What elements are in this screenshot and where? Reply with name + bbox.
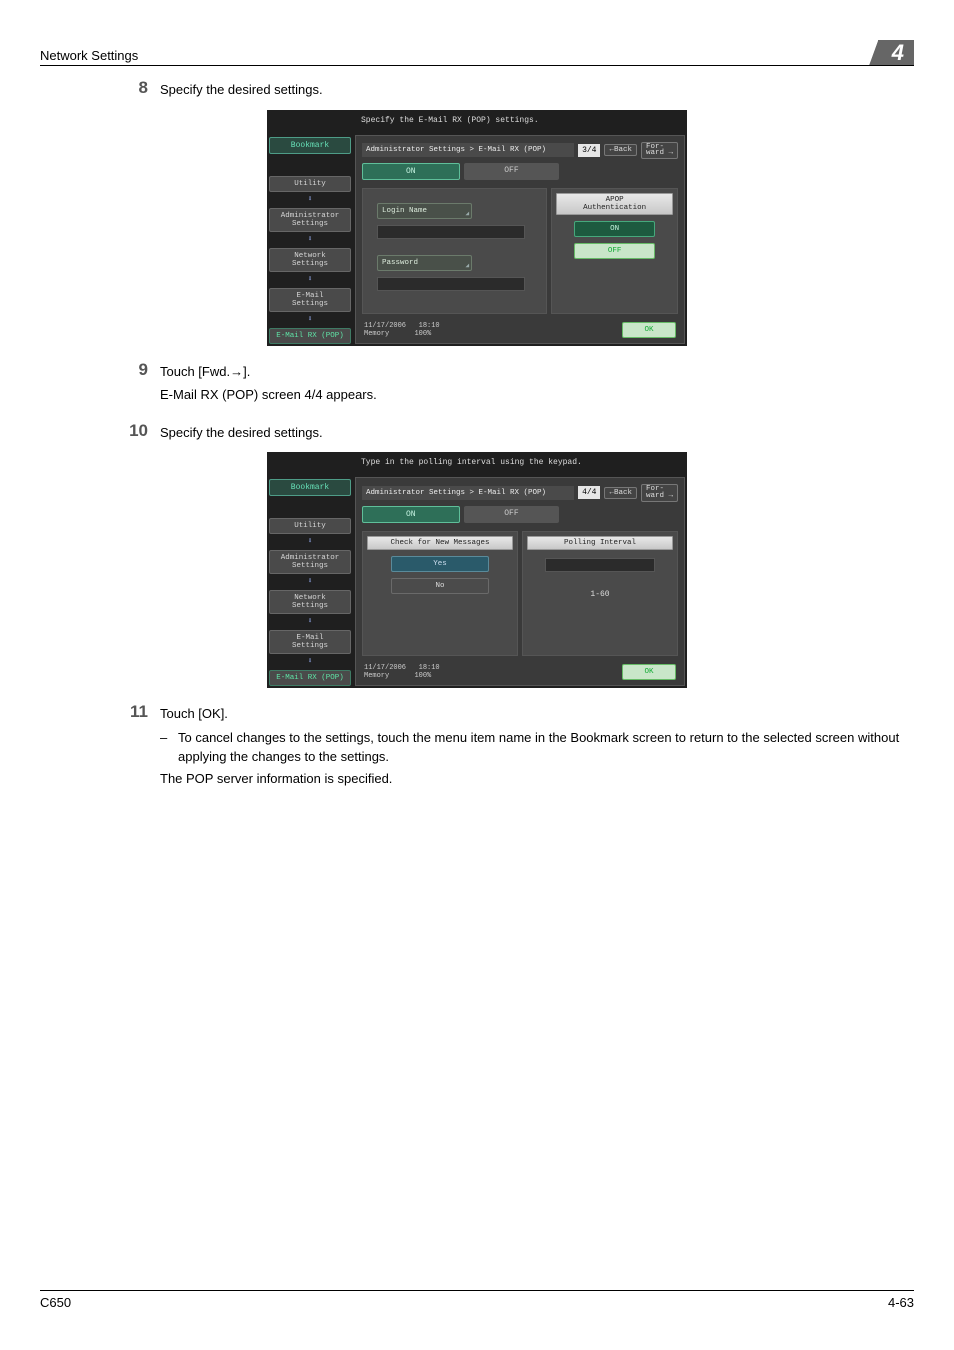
nav-admin-settings[interactable]: Administrator Settings [269,550,351,574]
nav-email-rx-pop[interactable]: E-Mail RX (POP) [269,670,351,686]
tab-on[interactable]: ON [362,163,460,180]
check-messages-header: Check for New Messages [367,536,513,550]
forward-button[interactable]: For- ward → [641,142,678,160]
step-text: Specify the desired settings. [160,423,914,443]
breadcrumb: Administrator Settings > E-Mail RX (POP) [362,486,574,500]
footer-page: 4-63 [888,1295,914,1310]
step-text: Specify the desired settings. [160,80,914,100]
nav-arrow-icon: ⬇ [269,658,351,666]
nav-network-settings[interactable]: Network Settings [269,248,351,272]
status-bar: 11/17/2006 18:10 Memory 100% [364,322,440,338]
resize-icon: ◢ [466,210,470,217]
resize-icon: ◢ [466,262,470,269]
step-text: The POP server information is specified. [160,769,914,789]
nav-network-settings[interactable]: Network Settings [269,590,351,614]
apop-off-button[interactable]: OFF [574,243,655,259]
tab-on[interactable]: ON [362,506,460,523]
nav-arrow-icon: ⬇ [269,196,351,204]
step-10: 10 Specify the desired settings. [40,421,914,447]
apop-auth-header: APOP Authentication [556,193,673,215]
breadcrumb: Administrator Settings > E-Mail RX (POP) [362,143,574,157]
password-input[interactable] [377,277,525,291]
footer-model: C650 [40,1295,71,1310]
no-button[interactable]: No [391,578,489,594]
screenshot-pop-3-4: Specify the E-Mail RX (POP) settings. Bo… [267,110,687,346]
nav-arrow-icon: ⬇ [269,538,351,546]
nav-email-rx-pop[interactable]: E-Mail RX (POP) [269,328,351,344]
step-number: 11 [120,702,160,792]
login-name-input[interactable] [377,225,525,239]
polling-range: 1-60 [527,580,673,609]
password-field[interactable]: Password◢ [377,255,472,271]
page-indicator: 3/4 [578,144,600,157]
step-11: 11 Touch [OK]. – To cancel changes to th… [40,702,914,792]
nav-email-settings[interactable]: E-Mail Settings [269,630,351,654]
login-name-field[interactable]: Login Name◢ [377,203,472,219]
nav-arrow-icon: ⬇ [269,316,351,324]
page-indicator: 4/4 [578,486,600,499]
polling-interval-input[interactable] [545,558,655,572]
polling-interval-header: Polling Interval [527,536,673,550]
step-text: Touch [OK]. [160,704,914,724]
apop-on-button[interactable]: ON [574,221,655,237]
prompt-text: Type in the polling interval using the k… [269,454,685,477]
ok-button[interactable]: OK [622,664,676,680]
prompt-text: Specify the E-Mail RX (POP) settings. [269,112,685,135]
bookmark-tab[interactable]: Bookmark [269,479,351,496]
step-number: 8 [120,78,160,104]
step-text: Touch [Fwd.→]. [160,362,914,382]
back-button[interactable]: ←Back [604,487,637,499]
dash-bullet: – [160,728,178,767]
nav-utility[interactable]: Utility [269,518,351,534]
step-8: 8 Specify the desired settings. [40,78,914,104]
step-number: 9 [120,360,160,409]
status-bar: 11/17/2006 18:10 Memory 100% [364,664,440,680]
running-head: Network Settings [40,48,138,63]
tab-off[interactable]: OFF [464,506,560,523]
step-text: E-Mail RX (POP) screen 4/4 appears. [160,385,914,405]
yes-button[interactable]: Yes [391,556,489,572]
screenshot-pop-4-4: Type in the polling interval using the k… [267,452,687,688]
nav-arrow-icon: ⬇ [269,276,351,284]
step-sub-text: To cancel changes to the settings, touch… [178,728,914,767]
bookmark-tab[interactable]: Bookmark [269,137,351,154]
nav-utility[interactable]: Utility [269,176,351,192]
nav-email-settings[interactable]: E-Mail Settings [269,288,351,312]
nav-admin-settings[interactable]: Administrator Settings [269,208,351,232]
ok-button[interactable]: OK [622,322,676,338]
chapter-number: 4 [878,40,914,65]
forward-button[interactable]: For- ward → [641,484,678,502]
nav-arrow-icon: ⬇ [269,618,351,626]
nav-arrow-icon: ⬇ [269,578,351,586]
back-button[interactable]: ←Back [604,144,637,156]
nav-arrow-icon: ⬇ [269,236,351,244]
step-9: 9 Touch [Fwd.→]. E-Mail RX (POP) screen … [40,360,914,409]
step-number: 10 [120,421,160,447]
tab-off[interactable]: OFF [464,163,560,180]
